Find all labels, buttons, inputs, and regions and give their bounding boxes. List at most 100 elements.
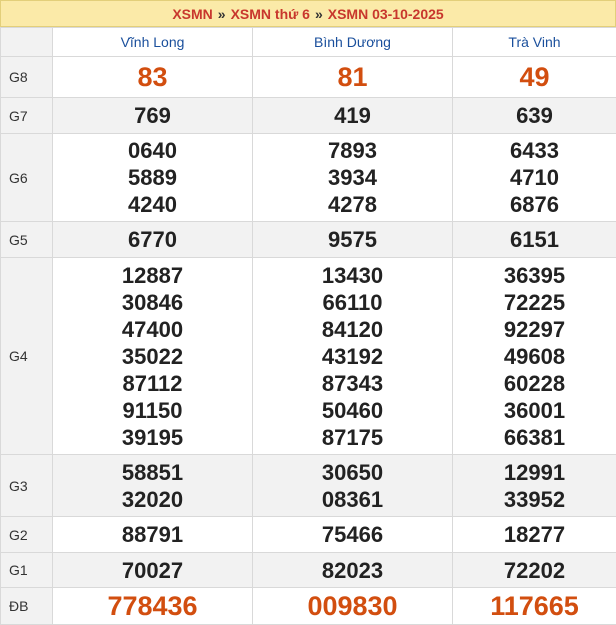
prize-number: 6770 xyxy=(128,227,177,252)
prize-cell: 419 xyxy=(252,97,453,134)
prize-number: 009830 xyxy=(307,590,398,621)
prize-number: 83 xyxy=(137,61,168,92)
prize-number: 4240 xyxy=(128,192,177,217)
prize-number: 6151 xyxy=(510,227,559,252)
prize-label: G8 xyxy=(0,56,53,98)
prize-cell: 6433 4710 6876 xyxy=(452,133,616,222)
prize-cell: 30650 08361 xyxy=(252,454,453,517)
breadcrumb: XSMN » XSMN thứ 6 » XSMN 03-10-2025 xyxy=(0,0,616,27)
prize-cell: 009830 xyxy=(252,587,453,625)
province-header[interactable]: Trà Vinh xyxy=(452,27,616,57)
prize-cell: 75466 xyxy=(252,516,453,553)
prize-number: 419 xyxy=(334,103,371,128)
prize-number: 33952 xyxy=(503,486,566,512)
prize-number: 117665 xyxy=(490,590,579,621)
prize-row: G7 769 419 639 xyxy=(0,97,616,134)
prize-number: 18277 xyxy=(503,522,566,547)
prize-cell: 70027 xyxy=(52,552,253,588)
prize-row: ĐB 778436 009830 117665 xyxy=(0,587,616,625)
prize-number: 49608 xyxy=(503,343,566,369)
results-table: Vĩnh Long Bình Dương Trà Vinh G8 83 81 49 G7… xyxy=(0,27,616,625)
breadcrumb-link-xsmn-date[interactable]: XSMN 03-10-2025 xyxy=(328,6,444,22)
prize-number: 91150 xyxy=(122,397,183,423)
breadcrumb-link-xsmn-thu6[interactable]: XSMN thứ 6 xyxy=(231,6,310,22)
prize-number: 49 xyxy=(519,61,550,92)
prize-number: 30846 xyxy=(121,289,184,315)
prize-row: G1 70027 82023 72202 xyxy=(0,552,616,588)
prize-number: 66381 xyxy=(503,424,566,450)
prize-cell: 639 xyxy=(452,97,616,134)
prize-number: 7893 xyxy=(328,138,377,163)
province-header[interactable]: Bình Dương xyxy=(252,27,453,57)
prize-row: G4 12887 30846 47400 35022 87112 91150 39195 134… xyxy=(0,257,616,455)
prize-number: 66110 xyxy=(322,289,383,315)
breadcrumb-link-xsmn[interactable]: XSMN xyxy=(172,6,212,22)
prize-label: G2 xyxy=(0,516,53,553)
prize-number: 12991 xyxy=(503,459,566,485)
prize-label: ĐB xyxy=(0,587,53,625)
prize-number: 3934 xyxy=(328,165,377,190)
prize-number: 36395 xyxy=(503,262,566,288)
prize-number: 12887 xyxy=(121,262,184,288)
prize-number: 92297 xyxy=(503,316,566,342)
prize-number: 47400 xyxy=(121,316,184,342)
prize-number: 6876 xyxy=(510,192,559,217)
prize-cell: 6151 xyxy=(452,221,616,258)
prize-cell: 81 xyxy=(252,56,453,98)
prize-cell: 49 xyxy=(452,56,616,98)
prize-cell: 88791 xyxy=(52,516,253,553)
prize-cell: 82023 xyxy=(252,552,453,588)
prize-number: 778436 xyxy=(107,590,198,621)
province-header[interactable]: Vĩnh Long xyxy=(52,27,253,57)
prize-cell: 12887 30846 47400 35022 87112 91150 39195 xyxy=(52,257,253,455)
prize-row: G5 6770 9575 6151 xyxy=(0,221,616,258)
prize-number: 72202 xyxy=(503,557,566,583)
prize-number: 9575 xyxy=(328,227,377,252)
prize-cell: 769 xyxy=(52,97,253,134)
results-container: XSMN » XSMN thứ 6 » XSMN 03-10-2025 Vĩnh… xyxy=(0,0,616,625)
prize-label: G3 xyxy=(0,454,53,517)
prize-cell: 9575 xyxy=(252,221,453,258)
prize-cell: 0640 5889 4240 xyxy=(52,133,253,222)
prize-row: G8 83 81 49 xyxy=(0,56,616,98)
prize-number: 70027 xyxy=(121,557,184,583)
prize-cell: 58851 32020 xyxy=(52,454,253,517)
prize-number: 0640 xyxy=(128,138,177,163)
prize-label: G1 xyxy=(0,552,53,588)
prize-number: 32020 xyxy=(121,486,184,512)
prize-number: 35022 xyxy=(121,343,184,369)
prize-number: 769 xyxy=(134,103,171,128)
breadcrumb-separator: » xyxy=(217,5,226,22)
breadcrumb-separator: » xyxy=(314,5,323,22)
prize-number: 60228 xyxy=(503,370,566,396)
prize-number: 81 xyxy=(337,61,368,92)
prize-cell: 12991 33952 xyxy=(452,454,616,517)
header-corner xyxy=(0,27,53,57)
prize-row: G3 58851 32020 30650 08361 12991 33952 xyxy=(0,454,616,517)
prize-number: 5889 xyxy=(128,165,177,190)
prize-number: 75466 xyxy=(321,522,384,547)
province-header-row: Vĩnh Long Bình Dương Trà Vinh xyxy=(0,27,616,57)
prize-label: G6 xyxy=(0,133,53,222)
prize-number: 84120 xyxy=(321,316,384,342)
prize-number: 82023 xyxy=(321,557,384,583)
prize-cell: 18277 xyxy=(452,516,616,553)
prize-number: 36001 xyxy=(503,397,566,423)
prize-cell: 778436 xyxy=(52,587,253,625)
prize-number: 43192 xyxy=(321,343,384,369)
prize-cell: 83 xyxy=(52,56,253,98)
prize-number: 6433 xyxy=(510,138,559,163)
prize-cell: 72202 xyxy=(452,552,616,588)
prize-cell: 13430 66110 84120 43192 87343 50460 87175 xyxy=(252,257,453,455)
prize-number: 30650 xyxy=(321,459,384,485)
prize-cell: 6770 xyxy=(52,221,253,258)
prize-number: 4278 xyxy=(328,192,377,217)
prize-number: 87343 xyxy=(321,370,384,396)
prize-number: 4710 xyxy=(510,165,559,190)
prize-number: 639 xyxy=(516,103,553,128)
prize-number: 88791 xyxy=(121,522,184,547)
prize-number: 72225 xyxy=(503,289,566,315)
prize-number: 58851 xyxy=(121,459,184,485)
prize-cell: 7893 3934 4278 xyxy=(252,133,453,222)
prize-number: 08361 xyxy=(321,486,384,512)
